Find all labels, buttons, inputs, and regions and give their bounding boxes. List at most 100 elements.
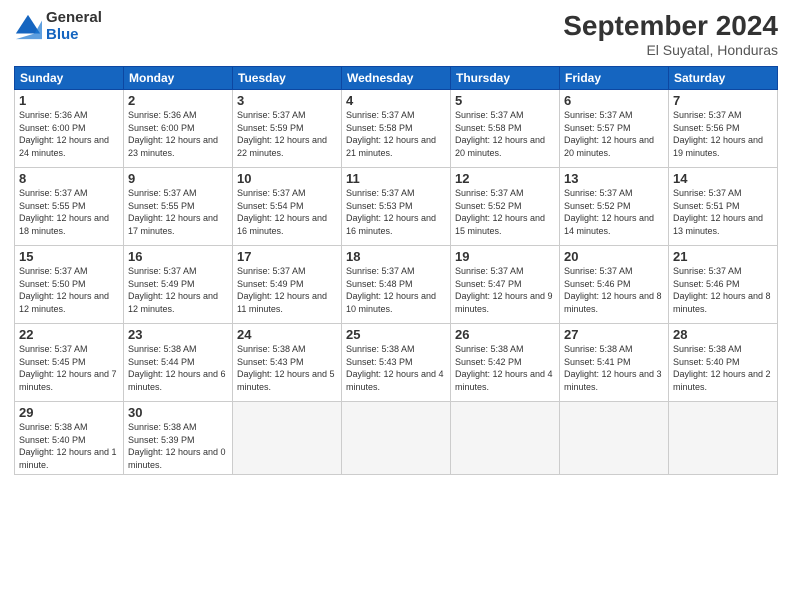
day-info: Sunrise: 5:36 AMSunset: 6:00 PMDaylight:…: [128, 109, 228, 159]
day-info: Sunrise: 5:38 AMSunset: 5:43 PMDaylight:…: [237, 343, 337, 393]
col-header-wednesday: Wednesday: [342, 67, 451, 90]
calendar-cell: 16Sunrise: 5:37 AMSunset: 5:49 PMDayligh…: [124, 246, 233, 324]
day-info: Sunrise: 5:38 AMSunset: 5:44 PMDaylight:…: [128, 343, 228, 393]
day-number: 28: [673, 327, 773, 342]
logo-text: General Blue: [46, 10, 102, 43]
day-number: 11: [346, 171, 446, 186]
day-info: Sunrise: 5:37 AMSunset: 5:55 PMDaylight:…: [19, 187, 119, 237]
day-number: 22: [19, 327, 119, 342]
day-info: Sunrise: 5:37 AMSunset: 5:49 PMDaylight:…: [128, 265, 228, 315]
day-info: Sunrise: 5:37 AMSunset: 5:55 PMDaylight:…: [128, 187, 228, 237]
day-number: 4: [346, 93, 446, 108]
day-info: Sunrise: 5:37 AMSunset: 5:54 PMDaylight:…: [237, 187, 337, 237]
col-header-saturday: Saturday: [669, 67, 778, 90]
calendar-cell: 21Sunrise: 5:37 AMSunset: 5:46 PMDayligh…: [669, 246, 778, 324]
day-number: 5: [455, 93, 555, 108]
day-number: 9: [128, 171, 228, 186]
calendar-header-row: SundayMondayTuesdayWednesdayThursdayFrid…: [15, 67, 778, 90]
day-info: Sunrise: 5:37 AMSunset: 5:59 PMDaylight:…: [237, 109, 337, 159]
col-header-sunday: Sunday: [15, 67, 124, 90]
calendar-cell: 17Sunrise: 5:37 AMSunset: 5:49 PMDayligh…: [233, 246, 342, 324]
day-info: Sunrise: 5:38 AMSunset: 5:40 PMDaylight:…: [19, 421, 119, 471]
calendar-cell: 11Sunrise: 5:37 AMSunset: 5:53 PMDayligh…: [342, 168, 451, 246]
title-block: September 2024 El Suyatal, Honduras: [563, 10, 778, 58]
day-info: Sunrise: 5:37 AMSunset: 5:48 PMDaylight:…: [346, 265, 446, 315]
calendar-cell: 15Sunrise: 5:37 AMSunset: 5:50 PMDayligh…: [15, 246, 124, 324]
day-info: Sunrise: 5:36 AMSunset: 6:00 PMDaylight:…: [19, 109, 119, 159]
calendar-cell: 24Sunrise: 5:38 AMSunset: 5:43 PMDayligh…: [233, 324, 342, 402]
logo-icon: [14, 13, 42, 41]
calendar-cell: 29Sunrise: 5:38 AMSunset: 5:40 PMDayligh…: [15, 402, 124, 475]
day-info: Sunrise: 5:37 AMSunset: 5:58 PMDaylight:…: [455, 109, 555, 159]
logo-blue: Blue: [46, 27, 102, 44]
calendar-cell: [669, 402, 778, 475]
col-header-tuesday: Tuesday: [233, 67, 342, 90]
day-number: 27: [564, 327, 664, 342]
calendar-cell: 9Sunrise: 5:37 AMSunset: 5:55 PMDaylight…: [124, 168, 233, 246]
day-number: 12: [455, 171, 555, 186]
calendar-cell: 12Sunrise: 5:37 AMSunset: 5:52 PMDayligh…: [451, 168, 560, 246]
day-info: Sunrise: 5:37 AMSunset: 5:45 PMDaylight:…: [19, 343, 119, 393]
day-info: Sunrise: 5:37 AMSunset: 5:53 PMDaylight:…: [346, 187, 446, 237]
day-info: Sunrise: 5:37 AMSunset: 5:51 PMDaylight:…: [673, 187, 773, 237]
day-info: Sunrise: 5:37 AMSunset: 5:47 PMDaylight:…: [455, 265, 555, 315]
col-header-monday: Monday: [124, 67, 233, 90]
day-number: 25: [346, 327, 446, 342]
day-info: Sunrise: 5:37 AMSunset: 5:49 PMDaylight:…: [237, 265, 337, 315]
day-number: 1: [19, 93, 119, 108]
calendar-cell: 20Sunrise: 5:37 AMSunset: 5:46 PMDayligh…: [560, 246, 669, 324]
calendar-cell: 3Sunrise: 5:37 AMSunset: 5:59 PMDaylight…: [233, 90, 342, 168]
day-number: 8: [19, 171, 119, 186]
calendar-cell: 5Sunrise: 5:37 AMSunset: 5:58 PMDaylight…: [451, 90, 560, 168]
calendar-cell: [560, 402, 669, 475]
day-info: Sunrise: 5:37 AMSunset: 5:52 PMDaylight:…: [455, 187, 555, 237]
calendar-cell: 6Sunrise: 5:37 AMSunset: 5:57 PMDaylight…: [560, 90, 669, 168]
logo-general: General: [46, 10, 102, 27]
calendar-cell: 10Sunrise: 5:37 AMSunset: 5:54 PMDayligh…: [233, 168, 342, 246]
day-number: 2: [128, 93, 228, 108]
day-info: Sunrise: 5:38 AMSunset: 5:39 PMDaylight:…: [128, 421, 228, 471]
calendar-table: SundayMondayTuesdayWednesdayThursdayFrid…: [14, 66, 778, 475]
day-info: Sunrise: 5:37 AMSunset: 5:50 PMDaylight:…: [19, 265, 119, 315]
calendar-week-row: 22Sunrise: 5:37 AMSunset: 5:45 PMDayligh…: [15, 324, 778, 402]
calendar-cell: [451, 402, 560, 475]
day-number: 7: [673, 93, 773, 108]
day-info: Sunrise: 5:37 AMSunset: 5:52 PMDaylight:…: [564, 187, 664, 237]
day-number: 14: [673, 171, 773, 186]
day-number: 18: [346, 249, 446, 264]
day-number: 24: [237, 327, 337, 342]
calendar-cell: 14Sunrise: 5:37 AMSunset: 5:51 PMDayligh…: [669, 168, 778, 246]
day-number: 17: [237, 249, 337, 264]
day-number: 6: [564, 93, 664, 108]
day-info: Sunrise: 5:38 AMSunset: 5:42 PMDaylight:…: [455, 343, 555, 393]
month-title: September 2024: [563, 10, 778, 42]
calendar-cell: 22Sunrise: 5:37 AMSunset: 5:45 PMDayligh…: [15, 324, 124, 402]
calendar-cell: [342, 402, 451, 475]
day-info: Sunrise: 5:37 AMSunset: 5:57 PMDaylight:…: [564, 109, 664, 159]
col-header-thursday: Thursday: [451, 67, 560, 90]
calendar-cell: 26Sunrise: 5:38 AMSunset: 5:42 PMDayligh…: [451, 324, 560, 402]
day-number: 30: [128, 405, 228, 420]
day-number: 3: [237, 93, 337, 108]
calendar-cell: 7Sunrise: 5:37 AMSunset: 5:56 PMDaylight…: [669, 90, 778, 168]
day-number: 19: [455, 249, 555, 264]
day-number: 13: [564, 171, 664, 186]
day-number: 21: [673, 249, 773, 264]
calendar-cell: 30Sunrise: 5:38 AMSunset: 5:39 PMDayligh…: [124, 402, 233, 475]
calendar-cell: 1Sunrise: 5:36 AMSunset: 6:00 PMDaylight…: [15, 90, 124, 168]
calendar-cell: 27Sunrise: 5:38 AMSunset: 5:41 PMDayligh…: [560, 324, 669, 402]
calendar-cell: 25Sunrise: 5:38 AMSunset: 5:43 PMDayligh…: [342, 324, 451, 402]
day-number: 26: [455, 327, 555, 342]
location: El Suyatal, Honduras: [563, 42, 778, 58]
day-number: 10: [237, 171, 337, 186]
day-number: 20: [564, 249, 664, 264]
calendar-week-row: 8Sunrise: 5:37 AMSunset: 5:55 PMDaylight…: [15, 168, 778, 246]
calendar-cell: 19Sunrise: 5:37 AMSunset: 5:47 PMDayligh…: [451, 246, 560, 324]
day-number: 29: [19, 405, 119, 420]
page-header: General Blue September 2024 El Suyatal, …: [14, 10, 778, 58]
day-info: Sunrise: 5:37 AMSunset: 5:56 PMDaylight:…: [673, 109, 773, 159]
day-info: Sunrise: 5:38 AMSunset: 5:41 PMDaylight:…: [564, 343, 664, 393]
day-number: 23: [128, 327, 228, 342]
day-info: Sunrise: 5:37 AMSunset: 5:58 PMDaylight:…: [346, 109, 446, 159]
calendar-cell: 2Sunrise: 5:36 AMSunset: 6:00 PMDaylight…: [124, 90, 233, 168]
